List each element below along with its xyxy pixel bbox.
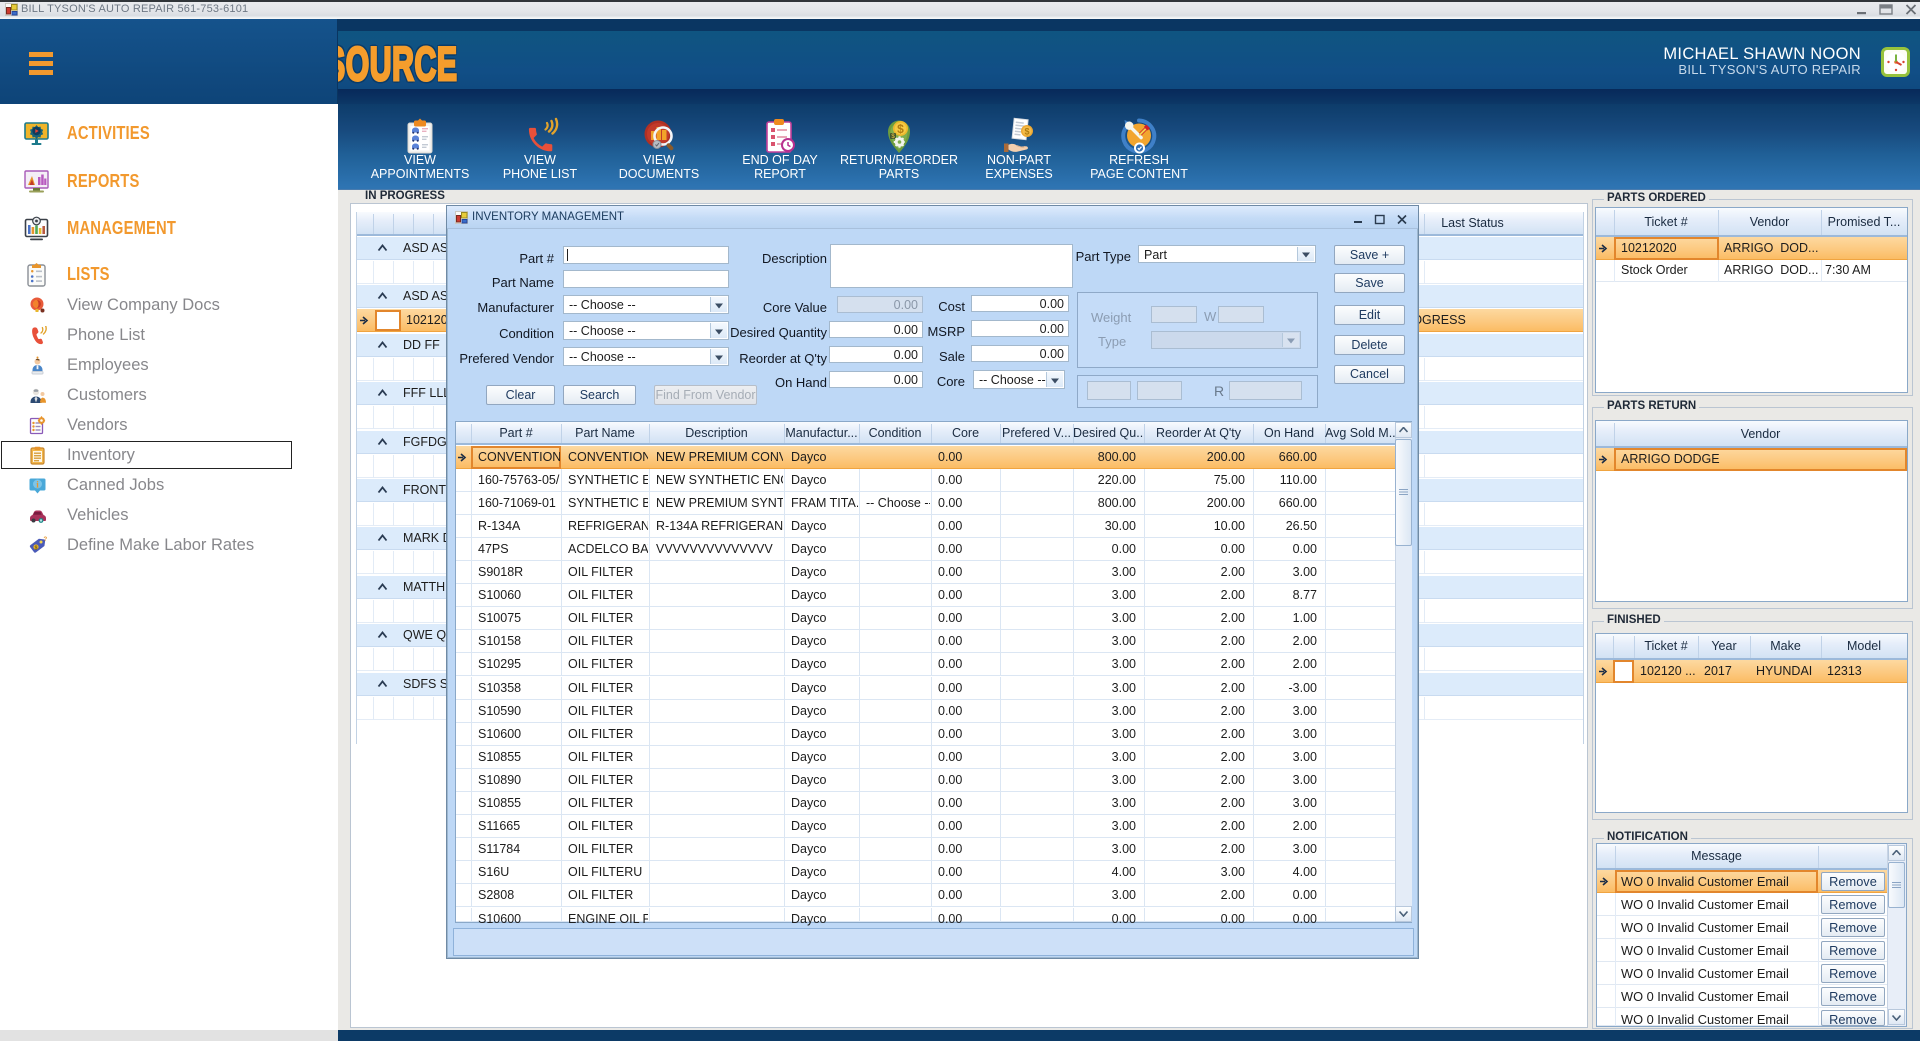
svg-text:$: $ xyxy=(34,546,37,552)
svg-text:$: $ xyxy=(1024,127,1029,137)
svg-text:$: $ xyxy=(897,122,904,136)
svg-text:?: ? xyxy=(44,537,48,543)
